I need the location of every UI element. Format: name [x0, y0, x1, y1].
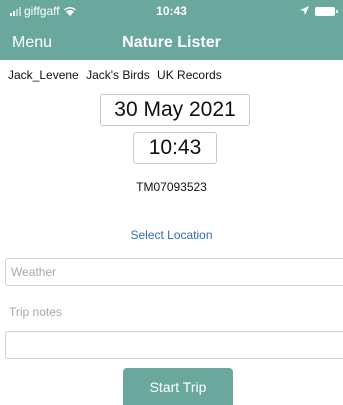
grid-reference: TM07093523: [136, 180, 207, 194]
trip-notes-input[interactable]: [5, 331, 343, 359]
status-time: 10:43: [156, 4, 187, 18]
weather-input[interactable]: [5, 258, 343, 286]
header-bar: giffgaff 10:43 Menu Nature Lister: [0, 0, 343, 60]
tab-user[interactable]: Jack_Levene: [8, 68, 79, 82]
time-field[interactable]: 10:43: [133, 132, 217, 164]
select-location-link[interactable]: Select Location: [0, 228, 343, 242]
date-field[interactable]: 30 May 2021: [100, 94, 250, 126]
trip-notes-label: Trip notes: [9, 305, 62, 319]
status-bar: giffgaff 10:43: [0, 0, 343, 22]
tab-list[interactable]: Jack's Birds: [86, 68, 150, 82]
battery-icon: [315, 6, 338, 16]
tab-records[interactable]: UK Records: [157, 68, 222, 82]
start-trip-button[interactable]: Start Trip: [123, 368, 233, 405]
nav-bar: Menu Nature Lister: [0, 24, 343, 60]
location-arrow-icon: [300, 4, 309, 18]
status-right-icons: [300, 4, 338, 18]
account-tabs: Jack_Levene Jack's Birds UK Records: [8, 68, 226, 82]
page-title: Nature Lister: [122, 34, 221, 51]
